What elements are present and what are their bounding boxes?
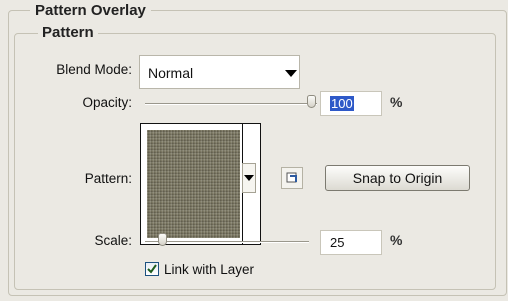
group-title: Pattern Overlay bbox=[30, 2, 151, 19]
subgroup-title: Pattern bbox=[38, 24, 98, 41]
link-with-layer-checkbox[interactable] bbox=[145, 262, 159, 276]
scale-input[interactable]: 25 bbox=[320, 230, 382, 255]
link-with-layer-label[interactable]: Link with Layer bbox=[164, 262, 254, 277]
scale-label: Scale: bbox=[94, 233, 132, 248]
opacity-value: 100 bbox=[330, 96, 354, 111]
snap-to-origin-button[interactable]: Snap to Origin bbox=[325, 165, 470, 191]
scale-value: 25 bbox=[330, 235, 345, 250]
scale-slider-thumb[interactable] bbox=[158, 233, 167, 246]
pattern-swatch bbox=[147, 130, 240, 238]
blend-mode-select[interactable]: Normal bbox=[139, 55, 300, 89]
blend-mode-label: Blend Mode: bbox=[56, 62, 132, 77]
pattern-label: Pattern: bbox=[84, 171, 132, 186]
chevron-down-icon bbox=[244, 175, 254, 181]
opacity-label: Opacity: bbox=[82, 95, 132, 110]
opacity-slider-track[interactable] bbox=[145, 103, 317, 105]
scale-percent-unit: % bbox=[390, 232, 403, 248]
chevron-down-icon bbox=[285, 70, 297, 77]
opacity-input[interactable]: 100 bbox=[320, 91, 382, 116]
new-pattern-preset-button[interactable] bbox=[281, 167, 303, 189]
opacity-percent-unit: % bbox=[390, 94, 403, 110]
new-preset-icon bbox=[286, 172, 297, 183]
opacity-slider-thumb[interactable] bbox=[307, 95, 316, 108]
blend-mode-value: Normal bbox=[148, 65, 194, 81]
pattern-menu-button[interactable] bbox=[242, 163, 256, 193]
scale-slider-track[interactable] bbox=[145, 241, 309, 243]
checkmark-icon bbox=[147, 264, 157, 274]
